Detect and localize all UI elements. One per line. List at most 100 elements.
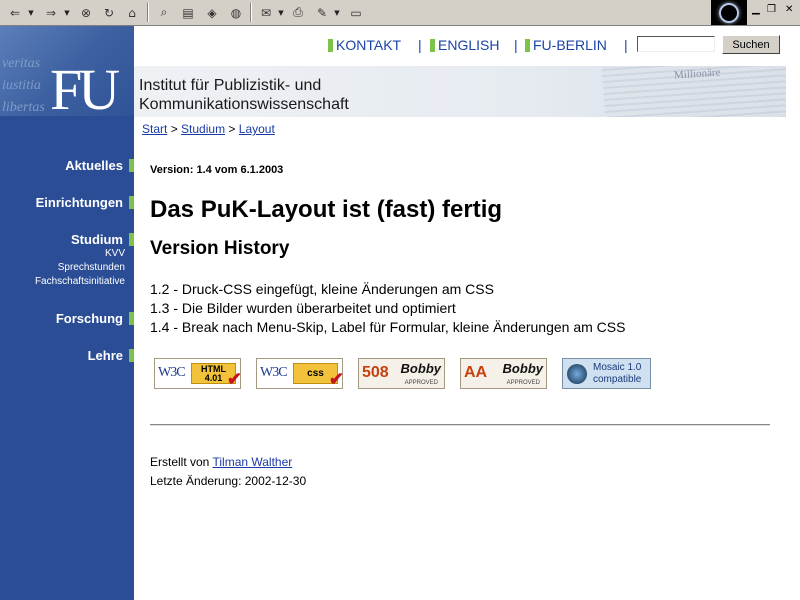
printer-icon[interactable]: ⎙: [288, 3, 308, 22]
list-item: 1.3 - Die Bilder wurden überarbeitet und…: [150, 300, 456, 316]
nav-marker: [328, 38, 333, 52]
top-navigation: KONTAKT | ENGLISH | FU-BERLIN | Suchen: [134, 26, 800, 66]
scrollbar-track: [786, 66, 800, 600]
toolbar-separator: [250, 3, 252, 22]
chevron-down-icon[interactable]: ▼: [333, 3, 341, 22]
mosaic-line2: compatible: [593, 374, 642, 385]
edit-icon[interactable]: ✎: [312, 3, 332, 22]
kontakt-link[interactable]: KONTAKT: [336, 37, 401, 53]
w3c-html-badge[interactable]: W3C HTML 4.01 ✔: [154, 358, 242, 389]
top-link-english[interactable]: ENGLISH: [430, 37, 499, 53]
breadcrumb: Start > Studium > Layout: [142, 122, 275, 136]
divider: [150, 424, 770, 426]
arrow-left-icon[interactable]: ⇐: [4, 3, 26, 22]
search-button[interactable]: Suchen: [722, 35, 780, 54]
separator: |: [624, 37, 628, 53]
nav-link-lehre[interactable]: Lehre: [88, 348, 123, 363]
restore-icon[interactable]: ❐: [767, 4, 776, 15]
approved-label: APPROVED: [506, 380, 540, 386]
author-link[interactable]: Tilman Walther: [212, 455, 292, 469]
document-icon[interactable]: ▭: [346, 3, 366, 22]
nav-link-aktuelles[interactable]: Aktuelles: [65, 158, 123, 173]
nav-item-aktuelles[interactable]: Aktuelles: [65, 156, 134, 174]
bobby-label: Bobby: [502, 361, 543, 376]
chevron-down-icon[interactable]: ▼: [27, 3, 35, 22]
nav-marker: [129, 158, 134, 172]
nav-link-studium[interactable]: Studium: [71, 232, 123, 247]
nav-marker: [430, 38, 435, 52]
browser-toolbar: ⇐ ▼ ⇒ ▼ ⊗ ↻ ⌂ ⌕ ▤ ◈ ◍ ✉ ▼ ⎙ ✎ ▼ ▭ ▁ ❐ ✕: [0, 0, 800, 26]
w3c-label: W3C: [260, 365, 288, 380]
institute-title: Institut für Publizistik- und Kommunikat…: [139, 76, 349, 114]
institute-title-line2: Kommunikationswissenschaft: [139, 96, 349, 113]
bobby-aa-badge[interactable]: AA Bobby APPROVED: [460, 358, 547, 389]
author-line: Erstellt von Tilman Walther: [150, 455, 292, 469]
toolbar-separator: [147, 3, 149, 22]
seal-watermark: veritas: [2, 56, 41, 71]
logo-background: veritas iustitia libertas FU: [0, 26, 134, 116]
nav-link-forschung[interactable]: Forschung: [56, 311, 123, 326]
list-item: 1.2 - Druck-CSS eingefügt, kleine Änderu…: [150, 281, 494, 297]
nav-marker: [129, 195, 134, 209]
fu-berlin-link[interactable]: FU-BERLIN: [533, 37, 607, 53]
mosaic-text: Mosaic 1.0 compatible: [593, 362, 641, 386]
mosaic-globe-icon: [567, 364, 587, 384]
search-input[interactable]: [637, 36, 715, 52]
breadcrumb-start[interactable]: Start: [142, 122, 167, 136]
last-modified: Letzte Änderung: 2002-12-30: [150, 474, 307, 488]
nav-marker: [129, 311, 134, 325]
seal-watermark: iustitia: [2, 78, 41, 93]
sidebar: veritas iustitia libertas FU Aktuelles E…: [0, 26, 134, 600]
checkmark-icon: ✔: [328, 369, 344, 389]
nav-subitem-fachschaftsinitiative[interactable]: Fachschaftsinitiative: [35, 276, 125, 287]
separator: |: [418, 37, 422, 53]
top-link-kontakt[interactable]: KONTAKT: [328, 37, 401, 53]
breadcrumb-studium[interactable]: Studium: [181, 122, 225, 136]
version-history-list: 1.2 - Druck-CSS eingefügt, kleine Änderu…: [150, 280, 625, 337]
browser-throbber-icon: [711, 0, 747, 25]
mail-icon[interactable]: ✉: [256, 3, 276, 22]
nav-marker: [129, 232, 134, 246]
section-heading: Version History: [150, 238, 290, 259]
breadcrumb-layout[interactable]: Layout: [239, 122, 275, 136]
checkmark-icon: ✔: [226, 369, 242, 389]
page-title: Das PuK-Layout ist (fast) fertig: [150, 196, 503, 223]
search-icon[interactable]: ⌕: [154, 3, 174, 22]
w3c-css-badge[interactable]: W3C css ✔: [256, 358, 344, 389]
arrow-right-icon[interactable]: ⇒: [40, 3, 62, 22]
nav-marker: [129, 348, 134, 362]
chevron-down-icon[interactable]: ▼: [63, 3, 71, 22]
separator: |: [514, 37, 518, 53]
breadcrumb-separator: >: [228, 122, 236, 136]
top-link-fu-berlin[interactable]: FU-BERLIN: [525, 37, 607, 53]
refresh-icon[interactable]: ↻: [99, 3, 119, 22]
bobby-level: AA: [464, 364, 488, 381]
mosaic-line1: Mosaic 1.0: [593, 362, 642, 373]
chevron-down-icon[interactable]: ▼: [277, 3, 285, 22]
minimize-icon[interactable]: ▁: [752, 4, 760, 15]
bobby-508-badge[interactable]: 508 Bobby APPROVED: [358, 358, 445, 389]
shield-icon[interactable]: ◈: [202, 3, 222, 22]
w3c-label: W3C: [158, 365, 186, 380]
home-icon[interactable]: ⌂: [122, 3, 142, 22]
stop-icon[interactable]: ⊗: [76, 3, 96, 22]
globe-icon[interactable]: ◍: [226, 3, 246, 22]
close-icon[interactable]: ✕: [785, 4, 793, 15]
nav-subitem-kvv[interactable]: KVV: [105, 248, 125, 259]
bobby-label: Bobby: [400, 361, 441, 376]
mosaic-compatible-badge[interactable]: Mosaic 1.0 compatible: [562, 358, 651, 389]
seal-watermark: libertas: [2, 100, 45, 115]
english-link[interactable]: ENGLISH: [438, 37, 499, 53]
approved-label: APPROVED: [404, 380, 438, 386]
list-item: 1.4 - Break nach Menu-Skip, Label für Fo…: [150, 319, 626, 335]
nav-item-forschung[interactable]: Forschung: [56, 309, 134, 327]
nav-subitem-sprechstunden[interactable]: Sprechstunden: [58, 262, 125, 273]
fu-logo[interactable]: FU: [50, 61, 120, 117]
folder-icon[interactable]: ▤: [178, 3, 198, 22]
institute-banner: Millionäre Institut für Publizistik- und…: [134, 66, 786, 117]
nav-item-lehre[interactable]: Lehre: [88, 346, 134, 364]
nav-link-einrichtungen[interactable]: Einrichtungen: [36, 195, 123, 210]
institute-title-line1: Institut für Publizistik- und: [139, 77, 322, 94]
nav-item-studium[interactable]: Studium: [71, 230, 134, 248]
nav-item-einrichtungen[interactable]: Einrichtungen: [36, 193, 134, 211]
